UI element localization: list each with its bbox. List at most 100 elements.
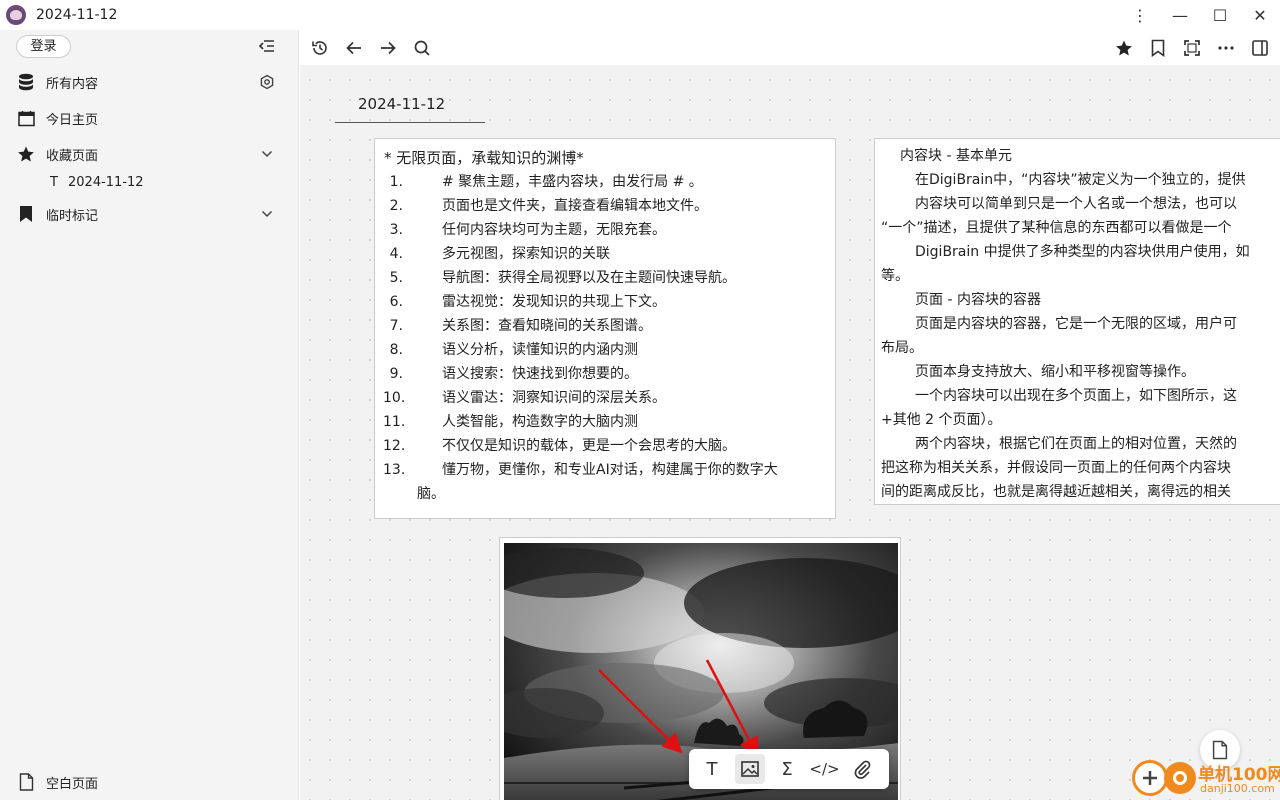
numbered-list: 1. # 聚焦主题，丰盛内容块，由发行局 # 。 2. 页面也是文件夹，直接查看编辑本… — [383, 170, 827, 506]
favorite-page-item[interactable]: T 2024-11-12 — [0, 170, 299, 198]
sidebar-item-today[interactable]: 今日主页 — [0, 103, 299, 133]
window-title: 2024-11-12 — [36, 7, 118, 23]
text-line: 内容块可以简单到只是一个人名或一个想法，也可以 — [915, 196, 1237, 212]
list-item: 10. 语义雷达：洞察知识间的深层关系。 — [383, 386, 827, 410]
list-text: 导航图：获得全局视野以及在主题间快速导航。 — [442, 270, 736, 286]
sidebar-item-temp-marks[interactable]: 临时标记 — [0, 199, 299, 229]
list-text: # 聚焦主题，丰盛内容块，由发行局 # 。 — [442, 174, 703, 190]
list-text: 语义分析，读懂知识的内涵内测 — [442, 342, 638, 358]
bookmark-icon[interactable] — [1148, 38, 1168, 58]
text-line: DigiBrain 中提供了多种类型的内容块供用户使用，如 — [915, 244, 1250, 260]
list-item: 11. 人类智能，构造数字的大脑内测 — [383, 410, 827, 434]
list-number: 7. — [389, 318, 403, 334]
forward-arrow-icon[interactable] — [378, 38, 398, 58]
text-line: 内容块 - 基本单元 — [900, 148, 1012, 164]
list-text: 人类智能，构造数字的大脑内测 — [442, 414, 638, 430]
list-number: 2. — [389, 198, 403, 214]
back-arrow-icon[interactable] — [344, 38, 364, 58]
watermark-url: danji100.com — [1200, 782, 1275, 795]
star-icon — [17, 145, 35, 163]
text-line: 在DigiBrain中，“内容块”被定义为一个独立的，提供 — [915, 172, 1246, 188]
text-line: 页面本身支持放大、缩小和平移视窗等操作。 — [915, 364, 1195, 380]
list-item: 3. 任何内容块均可为主题，无限充套。 — [383, 218, 827, 242]
list-text: 多元视图，探索知识的关联 — [442, 246, 610, 262]
sidebar-item-favorites[interactable]: 收藏页面 — [0, 139, 299, 169]
list-item: 12. 不仅仅是知识的载体，更是一个会思考的大脑。 — [383, 434, 827, 458]
chevron-down-icon[interactable] — [259, 146, 275, 162]
site-watermark: 单机100网 danji100.com — [1130, 758, 1280, 800]
close-button[interactable]: ✕ — [1240, 6, 1280, 25]
list-item: 2. 页面也是文件夹，直接查看编辑本地文件。 — [383, 194, 827, 218]
list-text: 语义搜索：快速找到你想要的。 — [442, 366, 638, 382]
page-title[interactable]: 2024-11-12 — [335, 95, 485, 123]
attachment-icon[interactable] — [847, 754, 877, 784]
list-item: 9. 语义搜索：快速找到你想要的。 — [383, 362, 827, 386]
fullscreen-icon[interactable] — [1182, 38, 1202, 58]
list-item: 6. 雷达视觉：发现知识的共现上下文。 — [383, 290, 827, 314]
list-number: 4. — [389, 246, 403, 262]
list-number: 8. — [389, 342, 403, 358]
list-number: 5. — [389, 270, 403, 286]
list-number: 3. — [389, 222, 403, 238]
sidebar-item-label: 今日主页 — [46, 112, 99, 128]
list-text: 脑。 — [417, 486, 445, 502]
text-line: 一个内容块可以出现在多个页面上，如下图所示，这 — [915, 388, 1237, 404]
list-text: 页面也是文件夹，直接查看编辑本地文件。 — [442, 198, 708, 214]
sidebar-item-blank-page[interactable]: 空白页面 — [0, 767, 299, 797]
sidebar-item-label: 临时标记 — [46, 208, 99, 224]
image-icon[interactable] — [734, 754, 765, 784]
sidebar: 登录 所有内容 今日主页 收藏页面 T 2024-11-12 临时标记 空白页面 — [0, 30, 299, 800]
content-block-list[interactable]: * 无限页面，承载知识的渊博* 1. # 聚焦主题，丰盛内容块，由发行局 # 。 2… — [374, 138, 836, 519]
history-icon[interactable] — [310, 38, 330, 58]
favorite-page-label: 2024-11-12 — [68, 175, 144, 190]
minimize-button[interactable]: — — [1160, 6, 1200, 25]
list-number: 12. — [383, 438, 406, 454]
title-bar: 2024-11-12 ⋮ — ☐ ✕ — [0, 0, 1280, 30]
formula-icon[interactable]: Σ — [772, 754, 802, 784]
text-icon[interactable]: T — [697, 754, 727, 784]
chevron-down-icon[interactable] — [259, 206, 275, 222]
text-line: +其他 2 个页面）。 — [881, 412, 1002, 428]
text-line: 页面 - 内容块的容器 — [915, 292, 1041, 308]
search-icon[interactable] — [412, 38, 432, 58]
bookmark-icon — [17, 205, 35, 223]
list-item: 1. # 聚焦主题，丰盛内容块，由发行局 # 。 — [383, 170, 827, 194]
list-text: 语义雷达：洞察知识间的深层关系。 — [442, 390, 666, 406]
panel-icon[interactable] — [1250, 38, 1270, 58]
list-text: 雷达视觉：发现知识的共现上下文。 — [442, 294, 666, 310]
list-item: 7. 关系图：查看知晓间的关系图谱。 — [383, 314, 827, 338]
text-line: 页面是内容块的容器，它是一个无限的区域，用户可 — [915, 316, 1237, 332]
text-line: 把这称为相关关系，并假设同一页面上的任何两个内容块 — [881, 460, 1231, 476]
text-line: 两个内容块，根据它们在页面上的相对位置，天然的 — [915, 436, 1237, 452]
app-logo-icon — [6, 5, 26, 25]
calendar-icon — [17, 109, 35, 127]
content-block-text[interactable]: 内容块 - 基本单元在DigiBrain中，“内容块”被定义为一个独立的，提供内… — [874, 138, 1280, 505]
star-icon[interactable] — [1114, 38, 1134, 58]
settings-hex-icon[interactable] — [259, 74, 275, 90]
list-item: 4. 多元视图，探索知识的关联 — [383, 242, 827, 266]
database-icon — [17, 73, 35, 91]
list-text: 关系图：查看知晓间的关系图谱。 — [442, 318, 652, 334]
list-number: 13. — [383, 462, 406, 478]
sidebar-item-all-content[interactable]: 所有内容 — [0, 67, 299, 97]
list-text: 任何内容块均可为主题，无限充套。 — [442, 222, 666, 238]
list-number: 1. — [389, 174, 403, 190]
watermark-orange-logo — [1164, 762, 1196, 794]
maximize-button[interactable]: ☐ — [1200, 6, 1240, 25]
list-text: 不仅仅是知识的载体，更是一个会思考的大脑。 — [442, 438, 736, 454]
main-toolbar — [300, 30, 1280, 65]
text-line: 间的距离成反比，也就是离得越近越相关，离得远的相关 — [881, 484, 1231, 500]
text-line: 布局。 — [881, 340, 923, 356]
list-number: 10. — [383, 390, 406, 406]
more-icon[interactable] — [1216, 38, 1236, 58]
login-button[interactable]: 登录 — [16, 35, 71, 58]
list-text: 懂万物，更懂你，和专业AI对话，构建属于你的数字大 — [442, 462, 778, 478]
code-icon[interactable]: </> — [809, 754, 839, 784]
window-menu-button[interactable]: ⋮ — [1120, 6, 1160, 25]
insert-block-toolbar: T Σ </> — [689, 749, 889, 789]
collapse-sidebar-icon[interactable] — [258, 38, 276, 54]
page-canvas[interactable]: 2024-11-12 * 无限页面，承载知识的渊博* 1. # 聚焦主题，丰盛内容… — [300, 30, 1280, 800]
text-type-glyph: T — [50, 175, 58, 190]
block-heading: * 无限页面，承载知识的渊博* — [384, 149, 584, 167]
list-number: 9. — [389, 366, 403, 382]
